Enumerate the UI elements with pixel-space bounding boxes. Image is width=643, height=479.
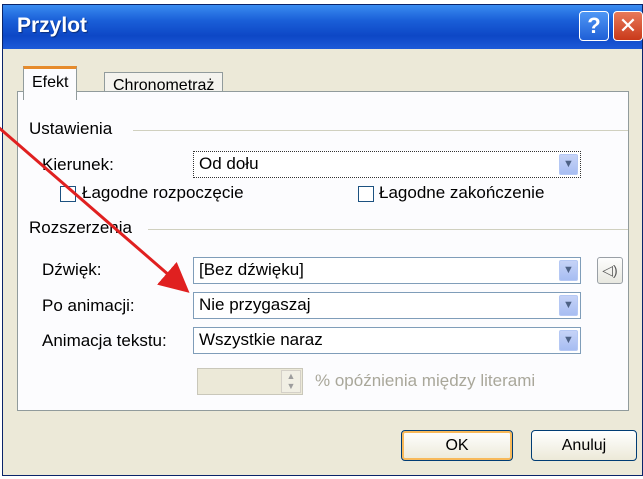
chevron-down-icon[interactable]: ▼	[559, 154, 578, 175]
chevron-down-icon[interactable]: ▼	[559, 330, 578, 351]
text-animation-select[interactable]: Wszystkie naraz ▼	[193, 327, 581, 354]
close-icon: ✕	[618, 13, 638, 38]
help-button[interactable]: ?	[579, 11, 609, 41]
text-animation-value: Wszystkie naraz	[199, 330, 323, 349]
after-animation-label: Po animacji:	[42, 296, 135, 315]
enhancements-group-label: Rozszerzenia	[29, 218, 138, 238]
smooth-start-checkbox[interactable]	[60, 186, 76, 202]
help-icon: ?	[587, 13, 601, 38]
cancel-button[interactable]: Anuluj	[531, 430, 637, 461]
text-animation-label: Animacja tekstu:	[42, 331, 167, 350]
sound-select[interactable]: [Bez dźwięku] ▼	[193, 257, 581, 284]
window-title: Przylot	[17, 14, 88, 37]
direction-label: Kierunek:	[42, 155, 114, 174]
direction-select[interactable]: Od dołu ▼	[193, 151, 581, 178]
tab-panel	[17, 91, 629, 411]
after-animation-value: Nie przygaszaj	[199, 295, 311, 314]
tab-efekt-label: Efekt	[32, 74, 69, 91]
after-animation-select[interactable]: Nie przygaszaj ▼	[193, 292, 581, 319]
sound-value: [Bez dźwięku]	[199, 260, 304, 279]
speaker-icon[interactable]: ◁)	[597, 257, 623, 284]
ok-button[interactable]: OK	[401, 430, 513, 461]
settings-divider	[133, 130, 628, 131]
smooth-start-label: Łagodne rozpoczęcie	[82, 183, 244, 202]
direction-value: Od dołu	[199, 154, 259, 173]
letter-delay-spinner[interactable]: ▲ ▼	[197, 368, 303, 395]
enhancements-divider	[148, 229, 628, 230]
sound-label: Dźwięk:	[42, 260, 102, 279]
settings-group-label: Ustawienia	[29, 119, 119, 139]
letter-delay-label: % opóźnienia między literami	[315, 371, 536, 390]
close-button[interactable]: ✕	[613, 11, 643, 41]
animation-effect-dialog: Przylot ? ✕ Efekt Chronometraż Ustawieni…	[2, 4, 643, 476]
smooth-end-checkbox[interactable]	[358, 186, 374, 202]
spin-arrows-icon[interactable]: ▲ ▼	[281, 370, 301, 393]
tab-efekt[interactable]: Efekt	[23, 66, 78, 100]
smooth-end-label: Łagodne zakończenie	[379, 183, 545, 202]
chevron-down-icon[interactable]: ▼	[559, 260, 578, 281]
title-bar[interactable]: Przylot ? ✕	[3, 5, 643, 49]
chevron-down-icon[interactable]: ▼	[559, 295, 578, 316]
